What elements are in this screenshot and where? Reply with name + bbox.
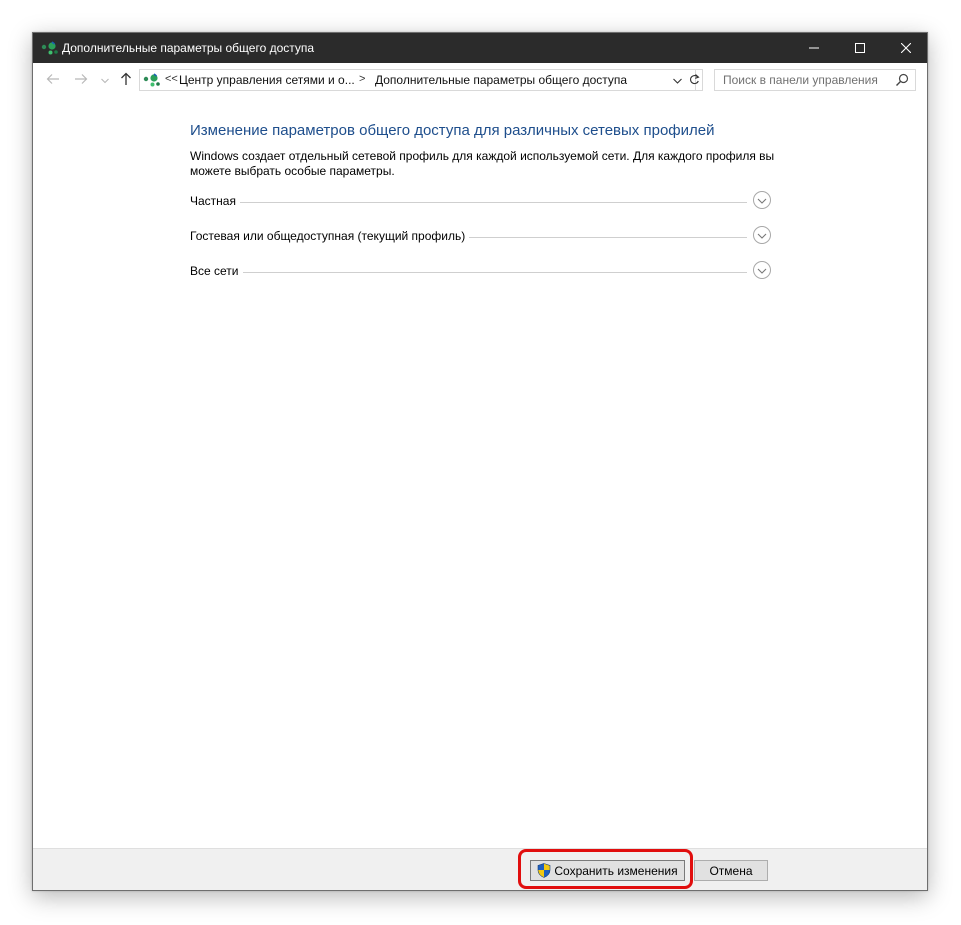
breadcrumb-separator[interactable]: >: [359, 73, 365, 85]
search-placeholder: Поиск в панели управления: [723, 73, 878, 87]
profile-label: Все сети: [190, 264, 243, 278]
chevron-down-icon: [101, 73, 109, 87]
close-icon: [901, 43, 911, 53]
profile-label: Частная: [190, 194, 240, 208]
title-bar[interactable]: Дополнительные параметры общего доступа: [33, 33, 927, 63]
chevron-down-icon: [757, 263, 767, 277]
breadcrumb-advanced-sharing[interactable]: Дополнительные параметры общего доступа: [375, 73, 627, 87]
advanced-sharing-window: Дополнительные параметры общего доступа: [32, 32, 928, 891]
arrow-left-icon: [46, 73, 60, 88]
uac-shield-icon: [537, 863, 551, 878]
chevron-down-icon: [672, 73, 682, 87]
minimize-icon: [809, 43, 819, 53]
search-icon: [895, 73, 909, 87]
profile-label: Гостевая или общедоступная (текущий проф…: [190, 229, 470, 243]
refresh-button[interactable]: [686, 69, 703, 91]
save-button-label: Сохранить изменения: [554, 863, 678, 878]
profile-guest-public[interactable]: Гостевая или общедоступная (текущий проф…: [190, 226, 771, 251]
refresh-icon: [689, 73, 700, 88]
chevron-down-icon: [757, 228, 767, 242]
page-description: Windows создает отдельный сетевой профил…: [190, 149, 775, 178]
divider: [190, 202, 747, 203]
expand-button[interactable]: [753, 191, 771, 209]
network-sharing-icon: [41, 40, 59, 56]
arrow-right-icon: [74, 73, 88, 88]
minimize-button[interactable]: [791, 33, 837, 63]
save-changes-button[interactable]: Сохранить изменения: [530, 860, 685, 881]
navigation-bar: << Центр управления сетями и о... > Допо…: [33, 63, 927, 97]
breadcrumb-network-center[interactable]: Центр управления сетями и о...: [179, 73, 355, 87]
profile-private[interactable]: Частная: [190, 191, 771, 216]
arrow-up-icon: [120, 72, 132, 89]
profile-all-networks[interactable]: Все сети: [190, 261, 771, 286]
chevron-down-icon: [757, 193, 767, 207]
back-button[interactable]: [45, 72, 61, 88]
search-input[interactable]: Поиск в панели управления: [714, 69, 916, 91]
forward-button[interactable]: [73, 72, 89, 88]
expand-button[interactable]: [753, 226, 771, 244]
page-title: Изменение параметров общего доступа для …: [190, 122, 715, 139]
address-bar[interactable]: << Центр управления сетями и о... > Допо…: [139, 69, 696, 91]
recent-locations-button[interactable]: [97, 72, 113, 88]
divider: [190, 272, 747, 273]
window-title: Дополнительные параметры общего доступа: [62, 41, 315, 55]
breadcrumb-overflow[interactable]: <<: [165, 73, 178, 85]
address-dropdown-button[interactable]: [669, 72, 685, 88]
cancel-button[interactable]: Отмена: [694, 860, 768, 881]
maximize-button[interactable]: [837, 33, 883, 63]
maximize-icon: [855, 43, 865, 53]
footer-bar: Сохранить изменения Отмена: [33, 848, 927, 890]
main-content: Изменение параметров общего доступа для …: [33, 97, 927, 848]
close-button[interactable]: [883, 33, 927, 63]
up-button[interactable]: [118, 72, 134, 88]
network-sharing-icon: [143, 72, 161, 88]
expand-button[interactable]: [753, 261, 771, 279]
